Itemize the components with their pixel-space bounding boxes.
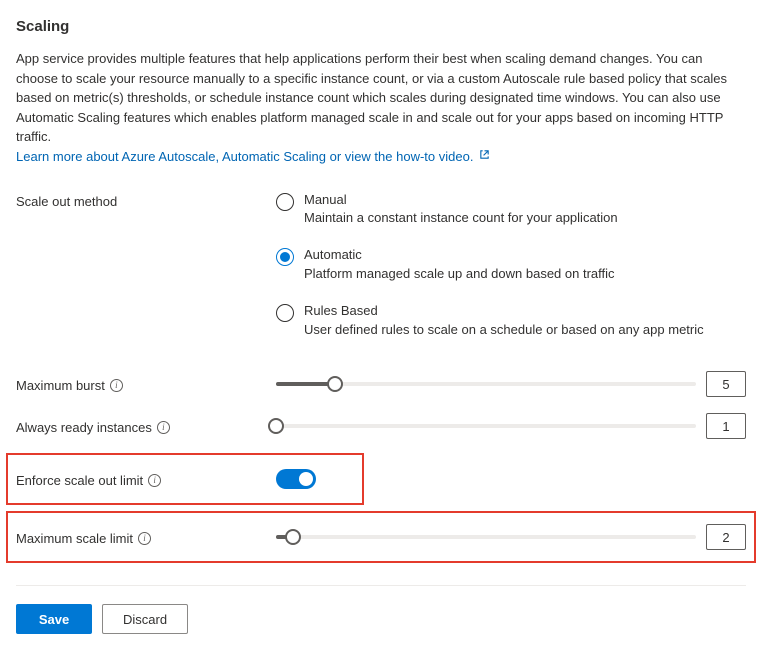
radio-circle-icon	[276, 304, 294, 322]
always-ready-slider[interactable]	[276, 417, 696, 435]
divider	[16, 585, 746, 586]
maximum-burst-value[interactable]: 5	[706, 371, 746, 397]
external-link-icon	[479, 149, 490, 160]
info-icon[interactable]: i	[148, 474, 161, 487]
radio-label: Manual	[304, 192, 618, 209]
maximum-burst-slider[interactable]	[276, 375, 696, 393]
enforce-scale-out-limit-label: Enforce scale out limit	[16, 473, 143, 488]
maximum-scale-limit-value[interactable]: 2	[706, 524, 746, 550]
section-title: Scaling	[16, 18, 746, 35]
info-icon[interactable]: i	[110, 379, 123, 392]
toggle-knob-icon	[299, 472, 313, 486]
radio-circle-icon	[276, 193, 294, 211]
radio-option-automatic[interactable]: Automatic Platform managed scale up and …	[276, 247, 746, 281]
info-icon[interactable]: i	[157, 421, 170, 434]
radio-label: Automatic	[304, 247, 615, 264]
maximum-scale-limit-label: Maximum scale limit	[16, 531, 133, 546]
radio-description: Platform managed scale up and down based…	[304, 266, 615, 281]
learn-more-text: Learn more about Azure Autoscale, Automa…	[16, 149, 473, 164]
radio-description: Maintain a constant instance count for y…	[304, 210, 618, 225]
scale-out-method-label: Scale out method	[16, 192, 276, 209]
radio-label: Rules Based	[304, 303, 704, 320]
maximum-scale-limit-slider[interactable]	[276, 528, 696, 546]
always-ready-label: Always ready instances	[16, 420, 152, 435]
radio-option-manual[interactable]: Manual Maintain a constant instance coun…	[276, 192, 746, 226]
scale-out-radio-group: Manual Maintain a constant instance coun…	[276, 192, 746, 338]
always-ready-value[interactable]: 1	[706, 413, 746, 439]
discard-button[interactable]: Discard	[102, 604, 188, 634]
radio-option-rules-based[interactable]: Rules Based User defined rules to scale …	[276, 303, 746, 337]
learn-more-link[interactable]: Learn more about Azure Autoscale, Automa…	[16, 149, 490, 164]
enforce-scale-out-toggle[interactable]	[276, 469, 316, 489]
max-scale-limit-highlight: Maximum scale limit i 2	[6, 511, 756, 563]
enforce-limit-highlight: Enforce scale out limit i	[6, 453, 364, 505]
radio-circle-selected-icon	[276, 248, 294, 266]
maximum-burst-label: Maximum burst	[16, 378, 105, 393]
section-description: App service provides multiple features t…	[16, 49, 746, 147]
save-button[interactable]: Save	[16, 604, 92, 634]
info-icon[interactable]: i	[138, 532, 151, 545]
radio-description: User defined rules to scale on a schedul…	[304, 322, 704, 337]
